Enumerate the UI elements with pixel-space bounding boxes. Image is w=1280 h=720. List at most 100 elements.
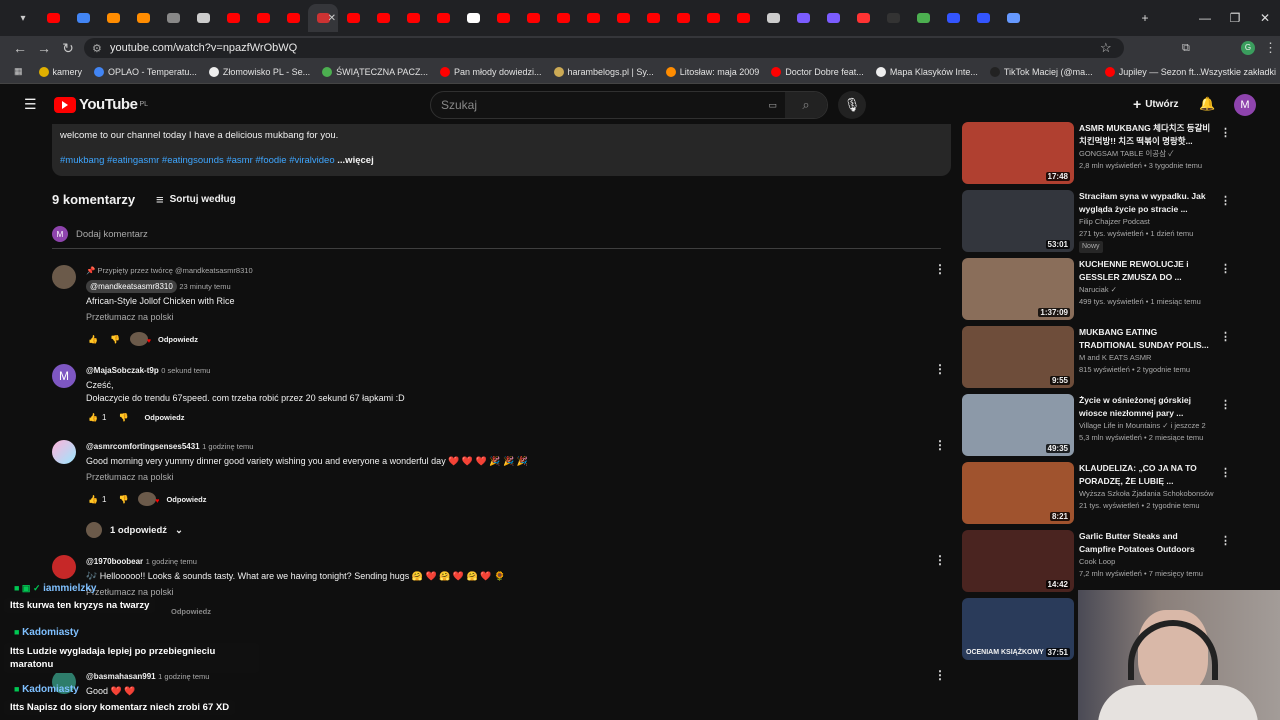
video-thumbnail[interactable]: 1:37:09 [962,258,1074,320]
comment-time[interactable]: 1 godzinę temu [202,442,253,451]
video-channel[interactable]: Wyższa Szkoła Żjadania Schokobonsów [1079,488,1214,500]
bookmark-item[interactable]: kamery [38,66,82,77]
video-thumbnail[interactable]: 17:48 [962,122,1074,184]
video-thumbnail[interactable]: 8:21 [962,462,1074,524]
video-channel[interactable]: GONGSAM TABLE 이공삼 ✓ [1079,148,1214,160]
recommended-video[interactable]: 14:42 Garlic Butter Steaks and Campfire P… [962,530,1231,598]
browser-tab[interactable] [368,4,398,32]
recommended-video[interactable]: 9:55 MUKBANG EATING TRADITIONAL SUNDAY PO… [962,326,1231,394]
video-menu-icon[interactable]: ⋮ [1220,262,1231,275]
youtube-logo[interactable]: YouTube PL [54,96,148,113]
browser-tab[interactable] [848,4,878,32]
browser-tab[interactable] [338,4,368,32]
video-thumbnail[interactable]: 9:55 [962,326,1074,388]
browser-tab[interactable] [158,4,188,32]
comment-author[interactable]: @asmrcomfortingsenses5431 [86,442,200,451]
browser-tab[interactable] [998,4,1028,32]
url-field[interactable]: ⚙ youtube.com/watch?v=npazfWrObWQ [84,38,1124,58]
comment-menu-icon[interactable]: ⋮ [934,362,946,376]
bookmark-item[interactable]: ŚWIĄTECZNA PACZ... [322,66,428,77]
account-avatar[interactable]: M [1234,94,1256,116]
video-menu-icon[interactable]: ⋮ [1220,194,1231,207]
profile-icon[interactable]: G [1241,41,1255,55]
video-menu-icon[interactable]: ⋮ [1220,398,1231,411]
voice-search-button[interactable]: 🎙 [838,91,866,119]
video-thumbnail[interactable]: OCENIAM KSIĄŻKOWY 37:51 [962,598,1074,660]
reply-button[interactable]: Odpowiedz [158,333,198,346]
reply-button[interactable]: Odpowiedz [166,493,206,506]
comment-avatar[interactable] [52,265,76,289]
video-title[interactable]: Życie w ośnieżonej górskiej wiosce niezł… [1079,394,1214,420]
like-icon[interactable]: 👍 [86,333,100,346]
tab-list-button[interactable]: ▾ [8,4,38,32]
browser-tab[interactable] [968,4,998,32]
video-menu-icon[interactable]: ⋮ [1220,126,1231,139]
video-description[interactable]: welcome to our channel today I have a de… [52,124,951,176]
translate-link[interactable]: Przetłumacz na polski [86,311,926,324]
bookmark-item[interactable]: OPLAO - Temperatu... [94,66,197,77]
browser-tab[interactable] [608,4,638,32]
dislike-icon[interactable]: 👎 [108,333,122,346]
comment-author[interactable]: @mandkeatsasmr8310 [86,280,177,293]
site-info-icon[interactable]: ⚙ [92,42,102,55]
recommended-video[interactable]: 17:48 ASMR MUKBANG 체다치즈 등갈비 치킨먹방!! 치즈 떡볶이… [962,122,1231,190]
apps-icon[interactable]: ▦ [14,66,23,77]
comment-time[interactable]: 1 godzinę temu [146,557,197,566]
browser-tab[interactable] [668,4,698,32]
browser-tab[interactable] [638,4,668,32]
comment-time[interactable]: 23 minuty temu [179,282,230,291]
close-icon[interactable]: ✕ [1250,0,1280,36]
like-icon[interactable]: 👍 [86,411,100,424]
video-title[interactable]: MUKBANG EATING TRADITIONAL SUNDAY POLIS.… [1079,326,1214,352]
comment-menu-icon[interactable]: ⋮ [934,262,946,276]
comment-avatar[interactable] [52,555,76,579]
browser-tab[interactable] [908,4,938,32]
dislike-icon[interactable]: 👎 [116,493,130,506]
browser-tab[interactable] [488,4,518,32]
recommended-video[interactable]: 1:37:09 KUCHENNE REWOLUCJE i GESSLER ZMUS… [962,258,1231,326]
show-more-link[interactable]: ...więcej [337,155,373,166]
video-thumbnail[interactable]: 49:35 [962,394,1074,456]
browser-tab[interactable] [38,4,68,32]
description-tags[interactable]: #mukbang #eatingasmr #eatingsounds #asmr… [60,155,335,166]
comment-author[interactable]: @MajaSobczak-t9p [86,366,159,375]
browser-tab[interactable] [98,4,128,32]
forward-icon[interactable]: → [32,40,56,56]
video-title[interactable]: KLAUDELIZA: „CO JA NA TO PORADZĘ, ŻE LUB… [1079,462,1214,488]
browser-menu-icon[interactable]: ⋮ [1264,40,1277,56]
browser-tab[interactable] [788,4,818,32]
video-menu-icon[interactable]: ⋮ [1220,534,1231,547]
create-button[interactable]: + Utwórz [1123,92,1189,116]
video-thumbnail[interactable]: 14:42 [962,530,1074,592]
recommended-video[interactable]: 8:21 KLAUDELIZA: „CO JA NA TO PORADZĘ, ŻE… [962,462,1231,530]
browser-tab[interactable] [398,4,428,32]
sort-button[interactable]: ≡ Sortuj według [156,192,236,207]
browser-tab[interactable] [428,4,458,32]
bookmark-item[interactable]: TikTok Maciej (@ma... [989,66,1093,77]
comment-avatar[interactable]: M [52,364,76,388]
browser-tab[interactable] [518,4,548,32]
comment-time[interactable]: 0 sekund temu [161,366,210,375]
browser-tab[interactable] [188,4,218,32]
video-channel[interactable]: Village Life in Mountains ✓ i jeszcze 2 [1079,420,1214,432]
menu-icon[interactable]: ☰ [24,96,37,113]
comment-avatar[interactable] [52,440,76,464]
video-channel[interactable]: Cook Loop [1079,556,1214,568]
video-thumbnail[interactable]: 53:01 [962,190,1074,252]
recommended-video[interactable]: 49:35 Życie w ośnieżonej górskiej wiosce … [962,394,1231,462]
new-tab-button[interactable]: + [1130,0,1160,36]
extensions-icon[interactable]: ⧉ [1182,42,1190,55]
video-title[interactable]: Straciłam syna w wypadku. Jak wygląda ży… [1079,190,1214,216]
video-title[interactable]: Garlic Butter Steaks and Campfire Potato… [1079,530,1214,556]
comment-time[interactable]: 1 godzinę temu [158,672,209,681]
video-channel[interactable]: M and K EATS ASMR [1079,352,1214,364]
maximize-icon[interactable]: ❐ [1220,0,1250,36]
browser-tab[interactable] [548,4,578,32]
search-box[interactable]: Szukaj ▭ ⌕ [430,91,828,119]
browser-tab[interactable] [578,4,608,32]
bookmark-item[interactable]: Złomowisko PL - Se... [208,66,310,77]
comment-author[interactable]: @basmahasan991 [86,672,156,681]
show-replies-button[interactable]: 1 odpowiedź ⌄ [86,522,183,538]
minimize-icon[interactable]: — [1190,0,1220,36]
like-icon[interactable]: 👍 [86,493,100,506]
